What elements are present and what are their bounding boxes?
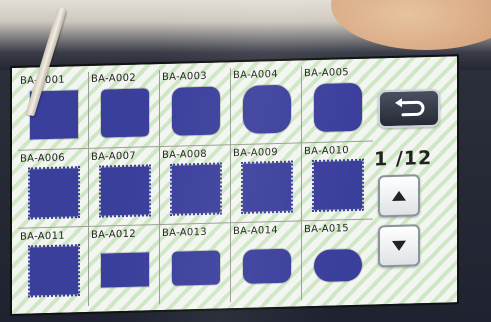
pattern-label: BA-A008: [162, 148, 207, 162]
pattern-cell[interactable]: BA-A006: [20, 150, 86, 228]
grid-divider: [159, 70, 160, 305]
grid-divider: [88, 71, 89, 306]
pattern-label: BA-A001: [20, 74, 86, 87]
pattern-cell[interactable]: BA-A015: [304, 221, 370, 299]
pattern-label: BA-A006: [20, 152, 65, 165]
page-down-button[interactable]: [378, 224, 420, 268]
page-indicator: 1 /12: [374, 146, 433, 171]
pattern-label: BA-A013: [162, 226, 207, 240]
return-arrow-icon: [395, 98, 425, 117]
pattern-shape: [28, 244, 80, 298]
pattern-shape: [243, 84, 291, 134]
pattern-label: BA-A004: [233, 68, 278, 82]
pattern-shape: [172, 250, 220, 286]
pattern-cell[interactable]: BA-A005: [304, 65, 370, 143]
pattern-label: BA-A014: [233, 224, 278, 238]
pattern-shape: [101, 252, 149, 288]
pattern-cell[interactable]: BA-A004: [233, 66, 299, 144]
pattern-shape: [172, 86, 220, 136]
pattern-cell[interactable]: BA-A014: [233, 222, 299, 300]
device-photo: BA-A001 BA-A002 BA-A003 BA-A004 BA-A005 BA-A0…: [0, 0, 491, 322]
pattern-shape: [314, 82, 362, 133]
pattern-shape: [28, 166, 80, 220]
pattern-shape: [314, 248, 362, 283]
pattern-cell[interactable]: BA-A012: [91, 226, 157, 304]
pattern-label: BA-A010: [304, 145, 349, 158]
triangle-up-icon: [392, 190, 406, 201]
pattern-cell[interactable]: BA-A010: [304, 143, 370, 221]
side-panel: 1 /12: [372, 76, 452, 288]
pattern-cell[interactable]: BA-A002: [91, 70, 157, 148]
pattern-label: BA-A015: [304, 223, 349, 236]
pattern-label: BA-A012: [91, 228, 136, 241]
pattern-label: BA-A009: [233, 146, 278, 160]
pattern-shape: [170, 162, 222, 216]
pattern-grid: BA-A001 BA-A002 BA-A003 BA-A004 BA-A005 BA-A0…: [18, 64, 373, 307]
grid-divider: [301, 66, 302, 301]
pattern-cell[interactable]: BA-A011: [20, 228, 86, 306]
pattern-shape: [99, 164, 151, 218]
pattern-cell[interactable]: BA-A008: [162, 146, 228, 224]
pattern-shape: [101, 88, 149, 138]
pattern-cell[interactable]: BA-A003: [162, 68, 228, 146]
touch-screen: BA-A001 BA-A002 BA-A003 BA-A004 BA-A005 BA-A0…: [10, 54, 459, 316]
pattern-cell[interactable]: BA-A013: [162, 224, 228, 302]
grid-divider: [230, 68, 231, 303]
pattern-shape: [312, 158, 364, 213]
pattern-shape: [241, 160, 293, 214]
pattern-label: BA-A011: [20, 230, 65, 243]
pattern-label: BA-A003: [162, 70, 207, 84]
triangle-down-icon: [392, 240, 406, 251]
back-button[interactable]: [378, 88, 440, 129]
pattern-cell[interactable]: BA-A009: [233, 144, 299, 222]
page-up-button[interactable]: [378, 174, 420, 218]
pattern-label: BA-A007: [91, 150, 136, 163]
pattern-shape: [243, 248, 291, 284]
pattern-label: BA-A002: [91, 72, 136, 85]
pattern-label: BA-A005: [304, 67, 349, 80]
pattern-cell[interactable]: BA-A007: [91, 148, 157, 226]
